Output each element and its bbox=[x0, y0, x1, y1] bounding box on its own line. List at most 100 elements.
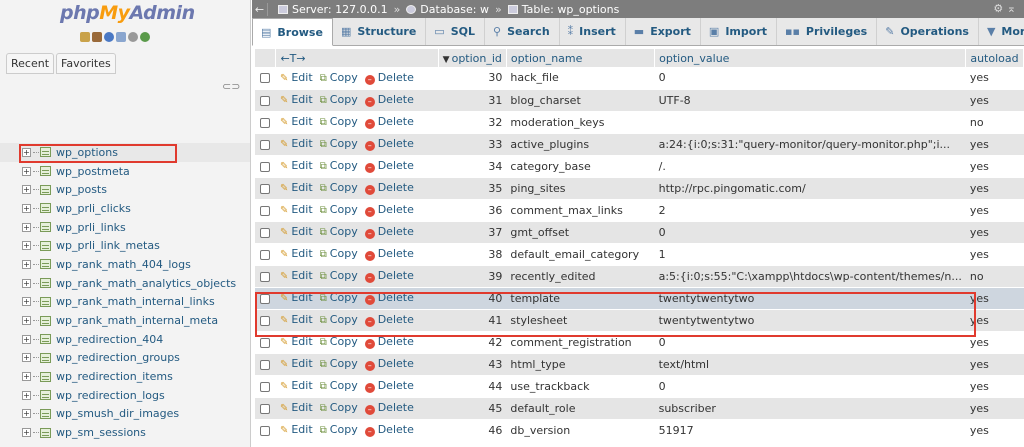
table-icon[interactable] bbox=[40, 278, 51, 289]
delete-button[interactable]: – Delete bbox=[364, 291, 414, 305]
expand-icon[interactable]: + bbox=[22, 259, 31, 269]
edit-button[interactable]: ✎ Edit bbox=[280, 71, 313, 84]
cell-option-name[interactable]: comment_max_links bbox=[506, 199, 655, 222]
column-header-option-name[interactable]: option_name bbox=[506, 49, 656, 67]
copy-button[interactable]: ⧉ Copy bbox=[320, 313, 358, 326]
cell-autoload[interactable]: yes bbox=[965, 331, 1024, 354]
tree-item-label[interactable]: wp_rank_math_internal_links bbox=[56, 295, 215, 308]
tree-item-table[interactable]: + wp_redirection_items bbox=[0, 367, 250, 386]
tab-more[interactable]: ▼ More bbox=[979, 18, 1024, 45]
phpmyadmin-logo[interactable]: phpMyAdmin bbox=[60, 2, 195, 24]
edit-button[interactable]: ✎ Edit bbox=[280, 225, 313, 238]
copy-button[interactable]: ⧉ Copy bbox=[320, 203, 358, 216]
cell-autoload[interactable]: yes bbox=[965, 419, 1024, 442]
column-header-option-id[interactable]: ▼ option_id bbox=[438, 49, 507, 67]
row-checkbox[interactable] bbox=[260, 403, 271, 414]
expand-icon[interactable]: + bbox=[22, 203, 31, 213]
expand-icon[interactable]: + bbox=[22, 409, 31, 419]
cell-option-id[interactable]: 37 bbox=[438, 221, 507, 244]
cell-option-id[interactable]: 46 bbox=[438, 419, 507, 442]
tree-item-label[interactable]: wp_rank_math_internal_meta bbox=[56, 314, 218, 327]
tab-operations[interactable]: ✎ Operations bbox=[877, 18, 979, 45]
edit-button[interactable]: ✎ Edit bbox=[280, 203, 313, 216]
row-checkbox[interactable] bbox=[260, 293, 271, 304]
breadcrumb-database[interactable]: Database: w bbox=[420, 3, 489, 16]
table-icon[interactable] bbox=[40, 315, 51, 326]
tree-item-table[interactable]: + wp_sm_sessions bbox=[0, 423, 250, 442]
delete-button[interactable]: – Delete bbox=[364, 159, 414, 173]
cell-option-value[interactable]: subscriber bbox=[654, 397, 966, 420]
copy-button[interactable]: ⧉ Copy bbox=[320, 423, 358, 436]
cell-option-name[interactable]: recently_edited bbox=[506, 265, 655, 288]
copy-button[interactable]: ⧉ Copy bbox=[320, 115, 358, 128]
tree-item-table[interactable]: + wp_rank_math_404_logs bbox=[0, 255, 250, 274]
delete-button[interactable]: – Delete bbox=[364, 115, 414, 129]
cell-option-id[interactable]: 31 bbox=[438, 89, 507, 112]
tree-item-label[interactable]: wp_posts bbox=[56, 183, 107, 196]
tree-item-label[interactable]: wp_prli_clicks bbox=[56, 202, 131, 215]
cell-autoload[interactable]: yes bbox=[965, 177, 1024, 200]
row-checkbox[interactable] bbox=[260, 425, 271, 436]
cell-option-value[interactable] bbox=[654, 111, 966, 134]
expand-icon[interactable]: + bbox=[22, 297, 31, 307]
row-checkbox[interactable] bbox=[260, 161, 271, 172]
expand-icon[interactable]: + bbox=[22, 147, 31, 157]
copy-button[interactable]: ⧉ Copy bbox=[320, 247, 358, 260]
row-checkbox[interactable] bbox=[260, 95, 271, 106]
cell-option-name[interactable]: use_trackback bbox=[506, 375, 655, 398]
edit-button[interactable]: ✎ Edit bbox=[280, 181, 313, 194]
tree-item-label[interactable]: wp_redirection_groups bbox=[56, 351, 180, 364]
delete-button[interactable]: – Delete bbox=[364, 203, 414, 217]
edit-button[interactable]: ✎ Edit bbox=[280, 401, 313, 414]
table-row[interactable]: ✎ Edit ⧉ Copy – Delete 43 html_type text/html y… bbox=[255, 353, 1024, 376]
cell-option-name[interactable]: gmt_offset bbox=[506, 221, 655, 244]
expand-icon[interactable]: + bbox=[22, 241, 31, 251]
edit-button[interactable]: ✎ Edit bbox=[280, 137, 313, 150]
cell-autoload[interactable]: no bbox=[965, 111, 1024, 134]
cell-autoload[interactable]: yes bbox=[965, 397, 1024, 420]
cell-option-value[interactable]: 51917 bbox=[654, 419, 966, 442]
cell-option-value[interactable]: 0 bbox=[654, 331, 966, 354]
delete-button[interactable]: – Delete bbox=[364, 247, 414, 261]
tree-item-label[interactable]: wp_prli_links bbox=[56, 221, 126, 234]
cell-option-value[interactable]: twentytwentytwo bbox=[654, 309, 966, 332]
tree-item-label[interactable]: wp_rank_math_analytics_objects bbox=[56, 277, 236, 290]
expand-icon[interactable]: + bbox=[22, 428, 31, 438]
tab-export[interactable]: ▬ Export bbox=[626, 18, 701, 45]
tree-item-label[interactable]: wp_sm_sessions bbox=[56, 426, 146, 439]
copy-button[interactable]: ⧉ Copy bbox=[320, 379, 358, 392]
cell-option-name[interactable]: db_version bbox=[506, 419, 655, 442]
tree-item-label[interactable]: wp_prli_link_metas bbox=[56, 239, 160, 252]
cell-option-id[interactable]: 44 bbox=[438, 375, 507, 398]
edit-button[interactable]: ✎ Edit bbox=[280, 159, 313, 172]
table-icon[interactable] bbox=[40, 147, 51, 158]
edit-button[interactable]: ✎ Edit bbox=[280, 247, 313, 260]
delete-button[interactable]: – Delete bbox=[364, 335, 414, 349]
cell-autoload[interactable]: yes bbox=[965, 287, 1024, 310]
cell-autoload[interactable]: yes bbox=[965, 243, 1024, 266]
row-checkbox[interactable] bbox=[260, 337, 271, 348]
expand-icon[interactable]: + bbox=[22, 372, 31, 382]
table-row[interactable]: ✎ Edit ⧉ Copy – Delete 44 use_trackback 0 yes bbox=[255, 375, 1024, 398]
tree-item-table[interactable]: + wp_postmeta bbox=[0, 162, 250, 181]
table-row[interactable]: ✎ Edit ⧉ Copy – Delete 45 default_role subscri… bbox=[255, 397, 1024, 420]
settings-icon[interactable] bbox=[128, 32, 138, 42]
tree-item-label[interactable]: wp_redirection_items bbox=[56, 370, 173, 383]
table-row[interactable]: ✎ Edit ⧉ Copy – Delete 30 hack_file 0 yes bbox=[255, 67, 1024, 90]
home-icon[interactable] bbox=[80, 32, 90, 42]
column-resize-arrows[interactable]: ←T→ bbox=[275, 49, 439, 67]
table-row[interactable]: ✎ Edit ⧉ Copy – Delete 38 default_email_categ… bbox=[255, 243, 1024, 266]
cell-autoload[interactable]: yes bbox=[965, 309, 1024, 332]
tree-item-table[interactable]: + wp_prli_link_metas bbox=[0, 236, 250, 255]
cell-autoload[interactable]: yes bbox=[965, 155, 1024, 178]
cell-autoload[interactable]: yes bbox=[965, 67, 1024, 90]
delete-button[interactable]: – Delete bbox=[364, 93, 414, 107]
cell-option-name[interactable]: category_base bbox=[506, 155, 655, 178]
docs-icon[interactable] bbox=[116, 32, 126, 42]
delete-button[interactable]: – Delete bbox=[364, 379, 414, 393]
table-icon[interactable] bbox=[40, 334, 51, 345]
tree-item-table[interactable]: + wp_rank_math_analytics_objects bbox=[0, 274, 250, 293]
copy-button[interactable]: ⧉ Copy bbox=[320, 181, 358, 194]
delete-button[interactable]: – Delete bbox=[364, 137, 414, 151]
delete-button[interactable]: – Delete bbox=[364, 423, 414, 437]
